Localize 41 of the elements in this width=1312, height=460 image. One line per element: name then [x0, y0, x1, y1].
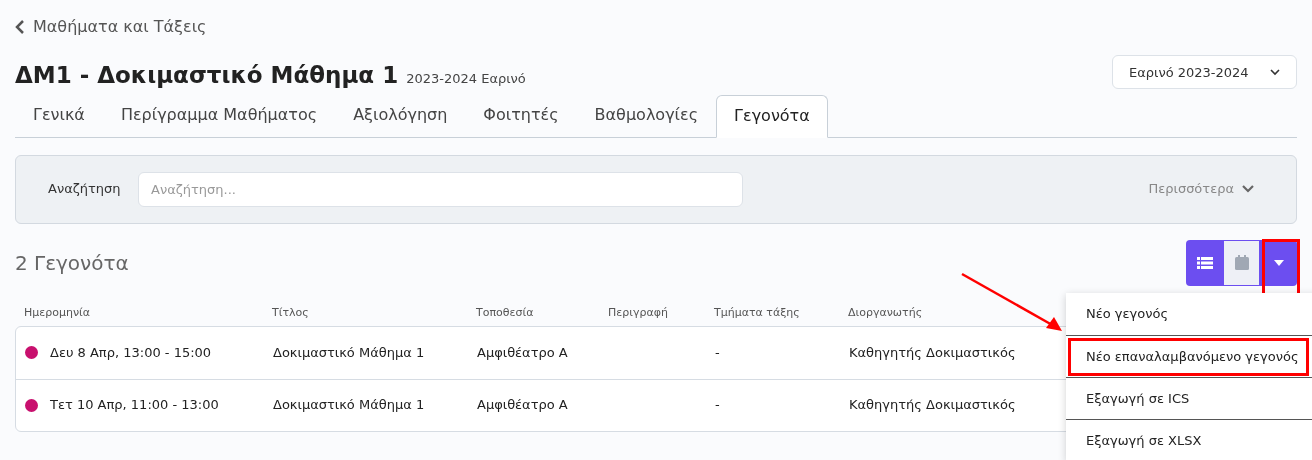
menu-item[interactable]: Εξαγωγή σε ICS [1066, 377, 1312, 419]
menu-item[interactable]: Εξαγωγή σε XLSX [1066, 419, 1312, 460]
table-cell-text: Τετ 10 Απρ, 11:00 - 13:00 [50, 396, 219, 415]
column-header: Διοργανωτής [848, 305, 924, 322]
calendar-view-button[interactable] [1223, 239, 1260, 286]
chevron-left-icon [15, 20, 25, 34]
search-label: Αναζήτηση [48, 180, 122, 199]
list-view-button[interactable] [1186, 239, 1223, 286]
course-term: 2023-2024 Εαρινό [406, 70, 526, 88]
table-cell-text: Δευ 8 Απρ, 13:00 - 15:00 [50, 343, 212, 362]
table-cell-text: Δοκιμαστικό Μάθημα 1 [273, 396, 425, 415]
tab[interactable]: Αξιολόγηση [335, 93, 466, 137]
list-icon [1196, 255, 1213, 270]
tab[interactable]: Γεγονότα [716, 94, 828, 138]
column-header: Τοποθεσία [476, 305, 535, 322]
tab[interactable]: Περίγραμμα Μαθήματος [102, 93, 336, 137]
table-cell-text: Αμφιθέατρο Α [477, 343, 568, 362]
column-header: Ημερομηνία [24, 305, 92, 322]
caret-down-icon [1273, 259, 1284, 266]
column-header: Περιγραφή [608, 305, 669, 322]
tab[interactable]: Βαθμολογίες [576, 93, 717, 137]
table-cell-text: Καθηγητής Δοκιμαστικός [849, 343, 1016, 362]
menu-item[interactable]: Νέο γεγονός [1066, 293, 1312, 335]
events-count: 2 Γεγονότα [15, 249, 129, 277]
chevron-down-icon [1270, 68, 1280, 76]
column-header: Τμήματα τάξης [714, 305, 801, 322]
table-cell-text: Καθηγητής Δοκιμαστικός [849, 396, 1016, 415]
calendar-icon [1234, 255, 1249, 270]
menu-item[interactable]: Νέο επαναλαμβανόμενο γεγονός [1066, 335, 1312, 377]
course-title: ΔΜ1 - Δοκιμαστικό Μάθημα 1 [15, 61, 399, 90]
table-cell-text: Δοκιμαστικό Μάθημα 1 [273, 343, 425, 362]
table-cell-text: - [715, 396, 720, 415]
chevron-down-icon [1242, 185, 1254, 193]
back-link[interactable]: Μαθήματα και Τάξεις [15, 14, 207, 40]
tab[interactable]: Φοιτητές [465, 93, 577, 137]
column-header: Τίτλος [272, 305, 310, 322]
term-select[interactable]: Εαρινό 2023-2024 [1112, 55, 1297, 90]
table-cell-text: - [715, 343, 720, 362]
table-cell-text: Αμφιθέατρο Α [477, 396, 568, 415]
tab[interactable]: Γενικά [15, 93, 103, 137]
search-field[interactable]: Αναζήτηση... [138, 171, 743, 207]
